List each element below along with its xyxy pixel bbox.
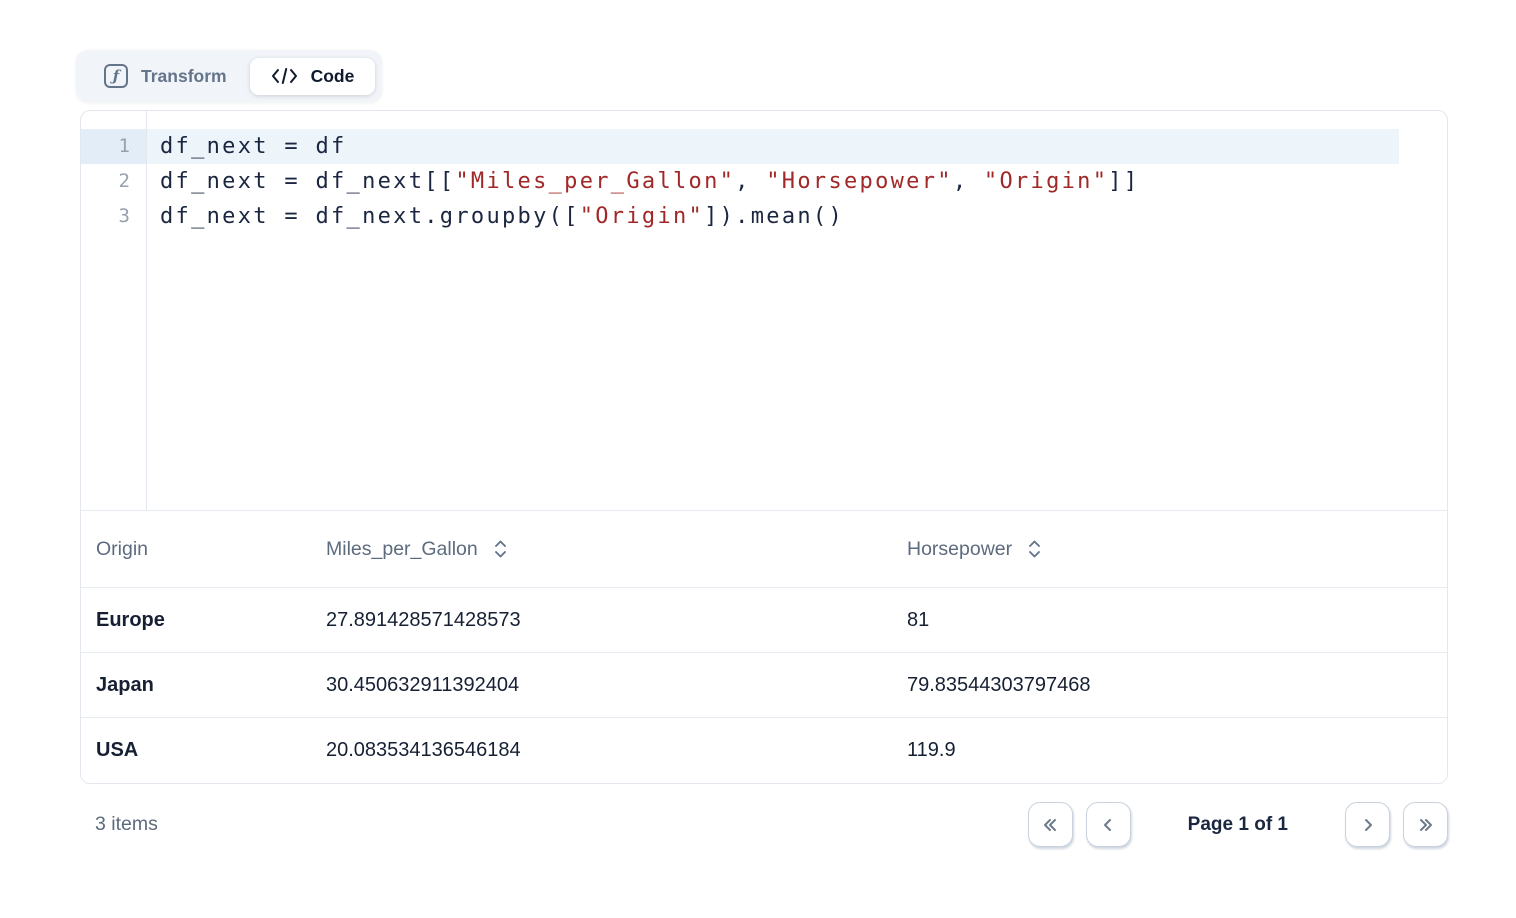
double-chevron-right-icon [1416, 815, 1436, 835]
chevron-left-icon [1098, 815, 1118, 835]
chevron-right-icon [1358, 815, 1378, 835]
column-label: Horsepower [907, 538, 1012, 561]
pager-controls: Page 1 of 1 [1028, 802, 1448, 847]
last-page-button[interactable] [1403, 802, 1448, 847]
code-icon [271, 67, 298, 85]
table-body: Europe27.89142857142857381Japan30.450632… [81, 588, 1447, 783]
table-cell-origin: Europe [96, 609, 326, 632]
first-page-button[interactable] [1028, 802, 1073, 847]
line-number-gutter: 123 [81, 111, 147, 510]
table-cell-horsepower: 81 [907, 609, 1447, 632]
pagination-bar: 3 items Page 1 of 1 [80, 801, 1448, 848]
line-number: 2 [81, 164, 146, 199]
table-cell-miles_per_gallon: 27.891428571428573 [326, 609, 907, 632]
sort-chevrons-icon[interactable] [1027, 539, 1042, 559]
column-label: Miles_per_Gallon [326, 538, 478, 561]
column-header-horsepower[interactable]: Horsepower [907, 538, 1447, 561]
function-icon: ƒ [104, 64, 128, 88]
table-cell-origin: Japan [96, 674, 326, 697]
prev-page-button[interactable] [1086, 802, 1131, 847]
table-cell-miles_per_gallon: 30.450632911392404 [326, 674, 907, 697]
tab-code-label: Code [311, 66, 355, 87]
code-line[interactable]: df_next = df [147, 129, 1399, 164]
code-and-results-panel: 123 df_next = dfdf_next = df_next[["Mile… [80, 110, 1448, 784]
table-cell-horsepower: 79.83544303797468 [907, 674, 1447, 697]
table-cell-horsepower: 119.9 [907, 739, 1447, 762]
code-lines[interactable]: df_next = dfdf_next = df_next[["Miles_pe… [147, 111, 1447, 510]
column-header-origin: Origin [96, 538, 326, 561]
next-page-button[interactable] [1345, 802, 1390, 847]
code-line[interactable]: df_next = df_next.groupby(["Origin"]).me… [147, 199, 1399, 234]
line-number: 1 [81, 129, 146, 164]
view-mode-tabs: ƒ Transform Code [76, 50, 382, 102]
double-chevron-left-icon [1040, 815, 1060, 835]
code-editor[interactable]: 123 df_next = dfdf_next = df_next[["Mile… [81, 111, 1447, 511]
page-indicator: Page 1 of 1 [1188, 814, 1288, 836]
tab-transform[interactable]: ƒ Transform [83, 56, 248, 96]
sort-chevrons-icon[interactable] [493, 539, 508, 559]
column-label: Origin [96, 538, 148, 561]
table-cell-miles_per_gallon: 20.083534136546184 [326, 739, 907, 762]
table-header-row: Origin Miles_per_Gallon Horsepower [81, 511, 1447, 588]
page: ƒ Transform Code 123 df_next = dfdf_next… [0, 0, 1516, 918]
table-cell-origin: USA [96, 739, 326, 762]
table-row: Europe27.89142857142857381 [81, 588, 1447, 653]
items-count: 3 items [80, 813, 158, 836]
tab-code[interactable]: Code [250, 58, 376, 95]
line-number: 3 [81, 199, 146, 234]
table-row: Japan30.45063291139240479.83544303797468 [81, 653, 1447, 718]
code-line[interactable]: df_next = df_next[["Miles_per_Gallon", "… [147, 164, 1399, 199]
tab-transform-label: Transform [141, 66, 227, 87]
column-header-miles-per-gallon[interactable]: Miles_per_Gallon [326, 538, 907, 561]
table-row: USA20.083534136546184119.9 [81, 718, 1447, 783]
